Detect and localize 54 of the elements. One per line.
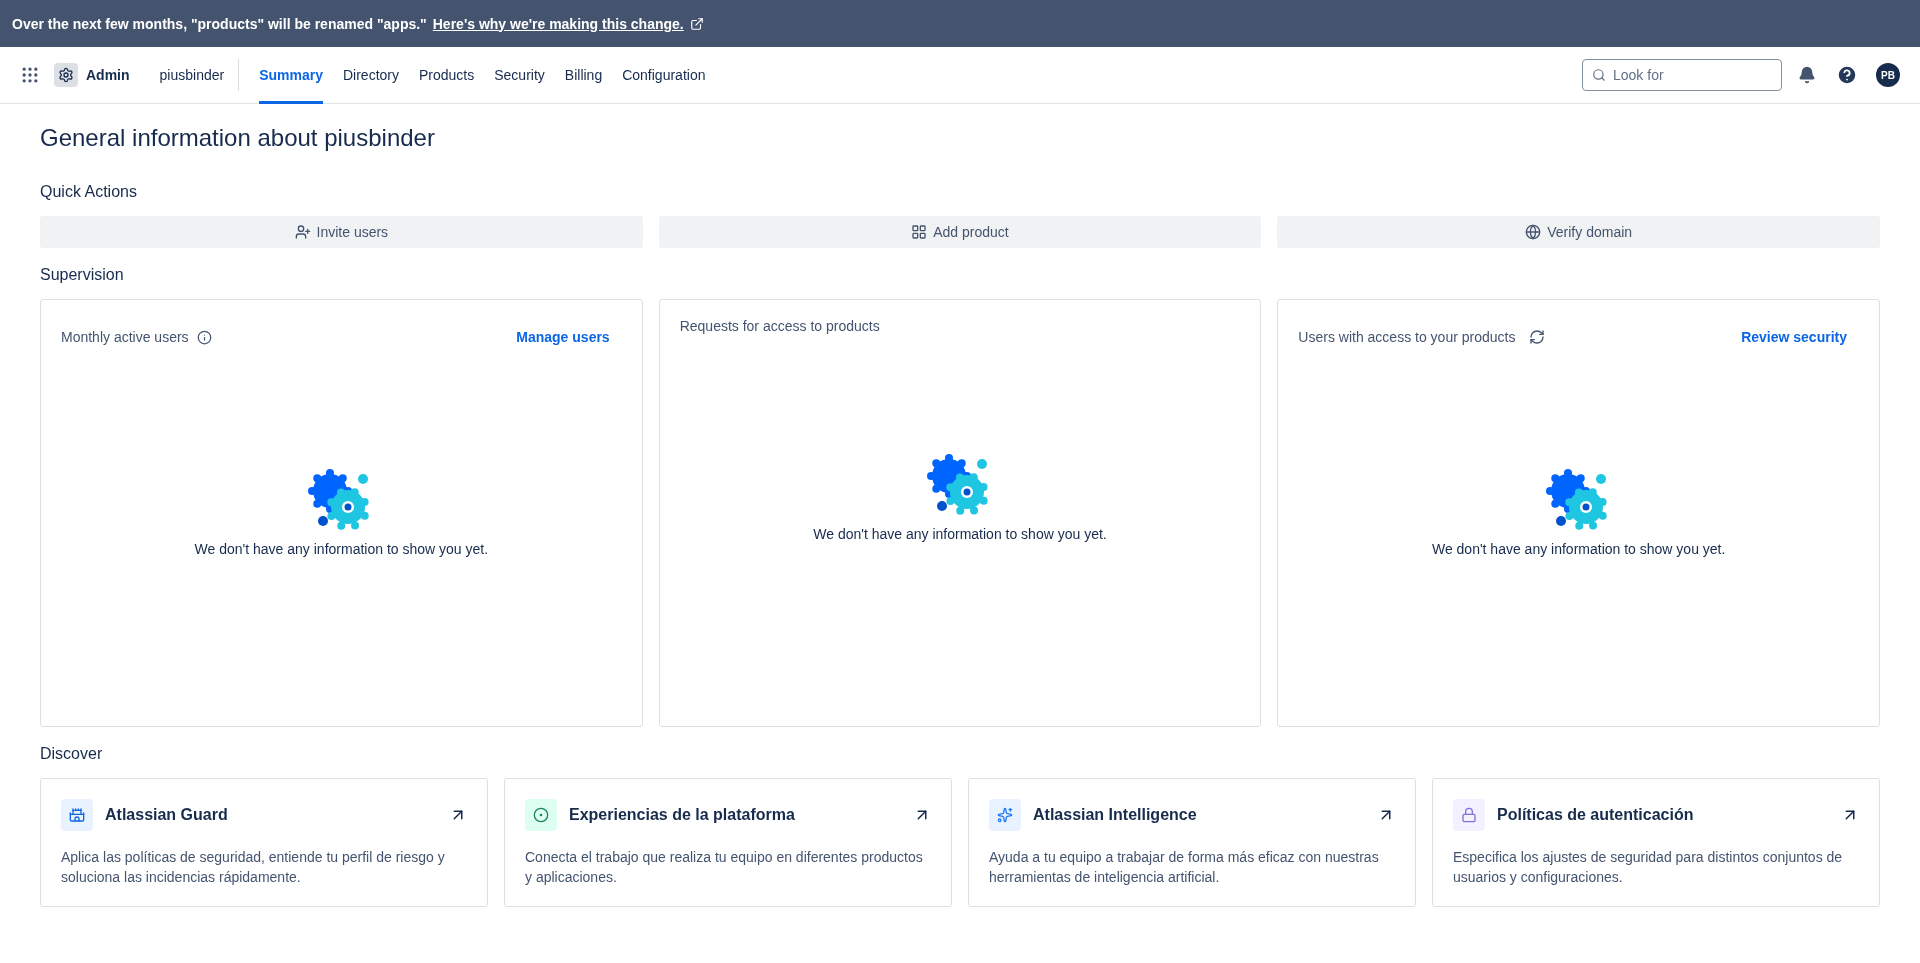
nav-tab[interactable]: Summary	[259, 46, 323, 104]
nav-tab[interactable]: Directory	[343, 46, 399, 104]
section-heading: Quick Actions	[40, 183, 138, 201]
castle-icon	[61, 799, 93, 831]
target-icon	[525, 799, 557, 831]
globe-icon	[1525, 224, 1542, 240]
discover-card[interactable]: Atlassian Guard Aplica las políticas de seguridad, entiende tu perfil de riesgo y soluciona las incidencias rápidamente.	[40, 778, 488, 907]
page-title: General information about piusbinder	[40, 124, 436, 152]
discover-card[interactable]: Atlassian Intelligence Ayuda a tu equipo a trabajar de forma más eficaz con nuestras herramientas de inteligencia artificial.	[968, 778, 1416, 907]
nav-tab[interactable]: Billing	[564, 46, 603, 104]
card-description: Ayuda a tu equipo a trabajar de forma más eficaz con nuestras herramientas de inteligencia artificial.	[989, 848, 1380, 887]
nav-tab[interactable]: Products	[419, 46, 475, 104]
card-title: Users with access to your products	[1298, 329, 1516, 345]
empty-message: We don't have any information to show you yet.	[1431, 541, 1726, 557]
discover-card[interactable]: Políticas de autenticación Especifica los ajustes de seguridad para distintos conjuntos de usuarios y configuraciones.	[1432, 778, 1880, 907]
nav-tab[interactable]: Security	[494, 46, 545, 104]
card-title: Experiencias de la plataforma	[569, 806, 795, 824]
quick-action-button[interactable]: Add product	[658, 216, 1262, 248]
bell-icon[interactable]	[1798, 66, 1816, 84]
section-heading: Supervision	[40, 266, 125, 284]
card-title: Políticas de autenticación	[1497, 806, 1694, 824]
quick-action-button[interactable]: Verify domain	[1277, 216, 1880, 248]
card-description: Aplica las políticas de seguridad, entiende tu perfil de riesgo y soluciona las incidencias rápidamente.	[61, 848, 446, 887]
card-description: Conecta el trabajo que realiza tu equipo en diferentes productos y aplicaciones.	[525, 848, 924, 887]
info-icon[interactable]	[196, 329, 212, 345]
help-icon[interactable]	[1836, 64, 1858, 86]
lock-icon	[1453, 799, 1485, 831]
grid-icon	[911, 224, 928, 240]
external-link-icon	[689, 16, 704, 31]
discover-card[interactable]: Experiencias de la plataforma Conecta el trabajo que realiza tu equipo en diferentes productos y aplicaciones.	[504, 778, 952, 907]
card-title: Atlassian Intelligence	[1033, 806, 1197, 824]
empty-message: We don't have any information to show you yet.	[194, 541, 489, 557]
org-name[interactable]: piusbinder	[159, 59, 240, 91]
search-icon	[1592, 68, 1606, 82]
card-link[interactable]: Review security	[1741, 329, 1847, 345]
card-title: Monthly active users	[61, 329, 189, 345]
card-title: Requests for access to products	[679, 318, 880, 334]
quick-action-button[interactable]: Invite users	[40, 216, 643, 248]
settings-icon	[54, 63, 78, 87]
banner-text: Over the next few months, "products" will be renamed "apps."	[12, 15, 427, 32]
nav-tab[interactable]: Configuration	[622, 46, 706, 104]
user-avatar[interactable]: PB	[1876, 63, 1900, 87]
app-name[interactable]: Admin	[86, 67, 130, 83]
user-plus-icon	[294, 224, 311, 240]
search-field[interactable]: Look for	[1582, 59, 1782, 91]
banner-link[interactable]: Here's why we're making this change.	[432, 15, 684, 32]
app-switcher-icon[interactable]	[20, 65, 40, 85]
refresh-icon[interactable]	[1529, 329, 1546, 345]
card-title: Atlassian Guard	[105, 806, 228, 824]
card-description: Especifica los ajustes de seguridad para distintos conjuntos de usuarios y configuraciones.	[1453, 848, 1844, 887]
empty-message: We don't have any information to show you yet.	[813, 526, 1107, 542]
section-heading: Discover	[40, 745, 104, 763]
sparkle-icon	[989, 799, 1021, 831]
card-link[interactable]: Manage users	[516, 329, 610, 345]
